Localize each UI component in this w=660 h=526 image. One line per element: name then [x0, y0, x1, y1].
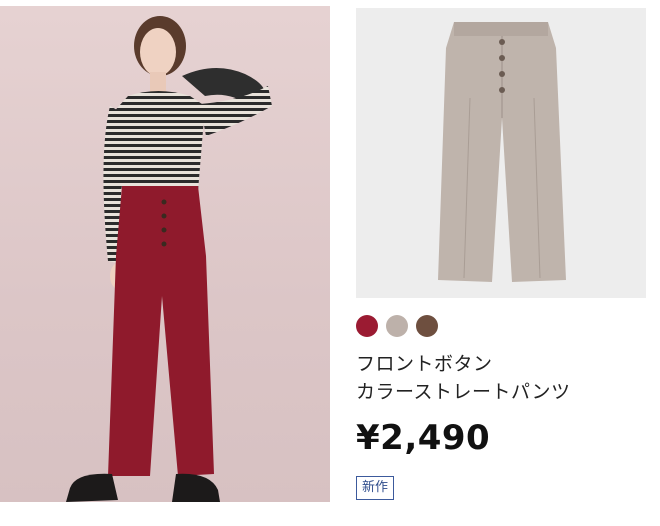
- product-name[interactable]: フロントボタン カラーストレートパンツ: [356, 350, 646, 406]
- product-name-line1: フロントボタン: [356, 353, 493, 375]
- new-badge: 新作: [356, 476, 395, 500]
- model-photo[interactable]: [0, 6, 330, 502]
- swatch-light-beige[interactable]: [386, 315, 408, 337]
- product-price: ¥2,490: [356, 418, 491, 458]
- swatch-brown[interactable]: [416, 315, 438, 337]
- product-name-line2: カラーストレートパンツ: [356, 381, 571, 403]
- product-photo[interactable]: [356, 8, 646, 298]
- swatch-dark-red[interactable]: [356, 315, 378, 337]
- pants-illustration: [438, 22, 566, 282]
- model-illustration: [66, 16, 272, 502]
- color-swatches: [356, 315, 438, 337]
